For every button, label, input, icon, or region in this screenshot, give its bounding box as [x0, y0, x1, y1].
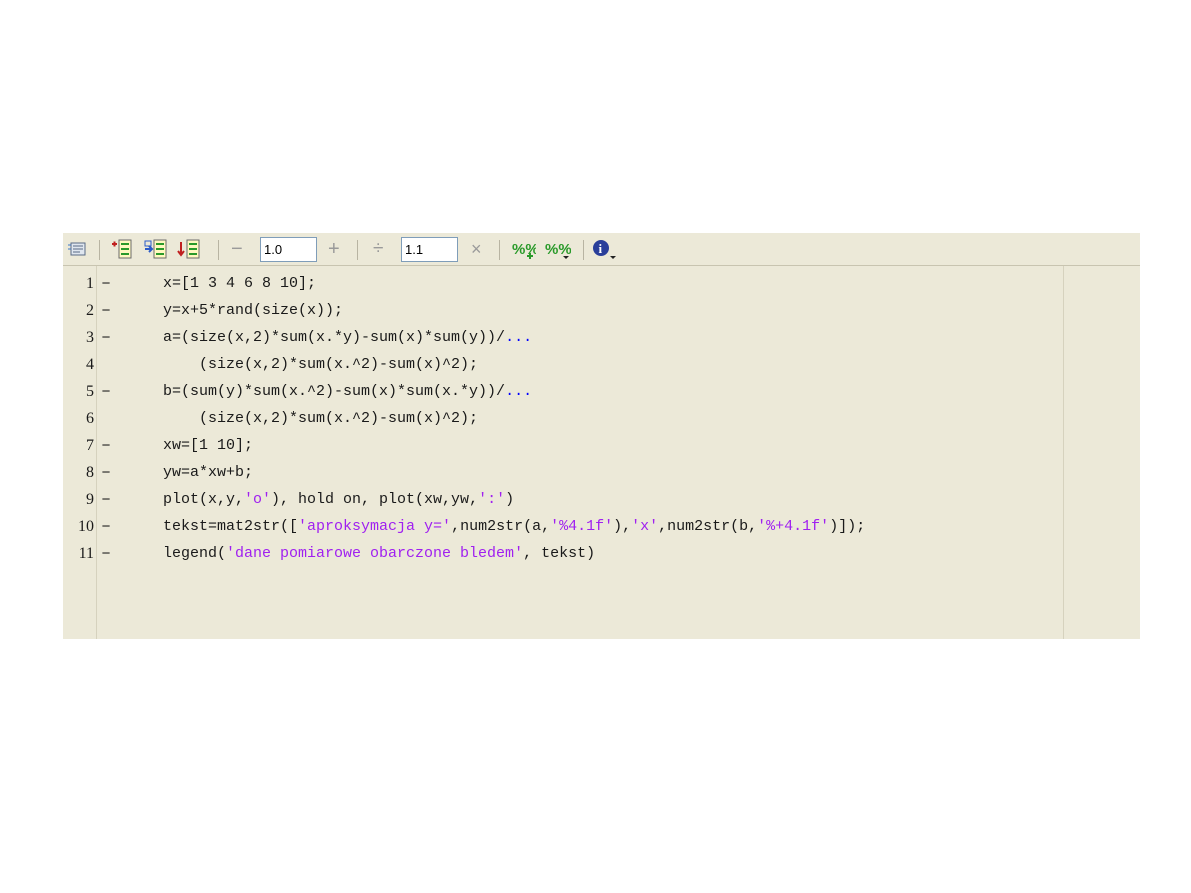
code-text: a=(size(x,2)*sum(x.*y)-sum(x)*sum(y))/..… [163, 324, 532, 351]
plus-icon[interactable]: + [328, 238, 340, 262]
line-number: 10 [78, 518, 94, 535]
increment-value-input[interactable] [260, 237, 317, 262]
line-number: 6 [86, 410, 94, 427]
breakpoint-marker[interactable]: − [99, 270, 113, 297]
line-number: 2 [86, 302, 94, 319]
code-token: ), hold on, plot(xw,yw, [271, 491, 479, 508]
code-token: ), [613, 518, 632, 535]
code-text: yw=a*xw+b; [163, 459, 253, 486]
line-number: 11 [78, 545, 94, 562]
line-number: 3 [86, 329, 94, 346]
code-text: b=(sum(y)*sum(x.^2)-sum(x)*sum(x.*y))/..… [163, 378, 532, 405]
toolbar-separator [583, 240, 584, 260]
minus-icon[interactable]: − [231, 238, 243, 262]
code-text: xw=[1 10]; [163, 432, 253, 459]
line-continuation: ... [505, 329, 533, 346]
code-token: ) [505, 491, 515, 508]
code-line[interactable]: 9− plot(x,y,'o'), hold on, plot(xw,yw,':'… [63, 486, 1140, 513]
string-literal: ':' [478, 491, 506, 508]
string-literal: '%+4.1f' [757, 518, 830, 535]
info-dropdown-icon[interactable]: i [591, 237, 619, 261]
toolbar-separator [357, 240, 358, 260]
code-text: (size(x,2)*sum(x.^2)-sum(x)^2); [163, 405, 478, 432]
code-text: x=[1 3 4 6 8 10]; [163, 270, 316, 297]
scale-value-input[interactable] [401, 237, 458, 262]
insert-cell-above-icon[interactable] [110, 237, 134, 261]
uncomment-icon[interactable]: %% [543, 237, 571, 261]
code-text: plot(x,y,'o'), hold on, plot(xw,yw,':') [163, 486, 514, 513]
line-continuation: ... [505, 383, 533, 400]
code-line[interactable]: 2− y=x+5*rand(size(x)); [63, 297, 1140, 324]
code-token: ,num2str(a, [451, 518, 551, 535]
comment-icon[interactable]: %% [510, 237, 536, 261]
breakpoint-marker[interactable]: − [99, 486, 113, 513]
code-token: )]); [829, 518, 866, 535]
line-number: 1 [86, 275, 94, 292]
breakpoint-marker[interactable]: − [99, 459, 113, 486]
code-line[interactable]: 1− x=[1 3 4 6 8 10]; [63, 270, 1140, 297]
toolbar-separator [499, 240, 500, 260]
editor-window: − + ÷ × %% %% i [63, 233, 1140, 639]
toolbar-separator [99, 240, 100, 260]
code-token: tekst=mat2str([ [163, 518, 299, 535]
code-token: b=(sum(y)*sum(x.^2)-sum(x)*sum(x.*y))/ [163, 383, 506, 400]
breakpoint-marker[interactable]: − [99, 540, 113, 567]
code-token: , tekst) [523, 545, 596, 562]
code-text: (size(x,2)*sum(x.^2)-sum(x)^2); [163, 351, 478, 378]
code-text: legend('dane pomiarowe obarczone bledem'… [163, 540, 595, 567]
string-literal: '%4.1f' [550, 518, 614, 535]
code-line[interactable]: 11− legend('dane pomiarowe obarczone bled… [63, 540, 1140, 567]
code-token: x=[1 3 4 6 8 10]; [163, 275, 317, 292]
svg-text:%%: %% [545, 241, 571, 258]
cell-mode-icon[interactable] [67, 237, 89, 261]
line-number: 7 [86, 437, 94, 454]
code-line[interactable]: 3− a=(size(x,2)*sum(x.*y)-sum(x)*sum(y))/… [63, 324, 1140, 351]
breakpoint-marker[interactable]: − [99, 432, 113, 459]
code-text: tekst=mat2str(['aproksymacja y=',num2str… [163, 513, 865, 540]
breakpoint-marker[interactable]: − [99, 513, 113, 540]
line-number: 8 [86, 464, 94, 481]
cell-toolbar: − + ÷ × %% %% i [63, 233, 1140, 266]
code-token: legend( [163, 545, 227, 562]
string-literal: 'x' [631, 518, 659, 535]
code-line[interactable]: 4 (size(x,2)*sum(x.^2)-sum(x)^2); [63, 351, 1140, 378]
line-number: 9 [86, 491, 94, 508]
breakpoint-marker[interactable]: − [99, 378, 113, 405]
code-token: (size(x,2)*sum(x.^2)-sum(x)^2); [163, 356, 479, 373]
code-line[interactable]: 5− b=(sum(y)*sum(x.^2)-sum(x)*sum(x.*y))/… [63, 378, 1140, 405]
divide-icon[interactable]: ÷ [373, 238, 383, 262]
code-token: xw=[1 10]; [163, 437, 254, 454]
line-number: 5 [86, 383, 94, 400]
insert-cell-below-icon[interactable] [143, 237, 169, 261]
code-token: ,num2str(b, [658, 518, 758, 535]
multiply-icon[interactable]: × [471, 238, 482, 262]
breakpoint-marker[interactable]: − [99, 324, 113, 351]
breakpoint-marker[interactable]: − [99, 297, 113, 324]
line-number: 4 [86, 356, 94, 373]
code-token: (size(x,2)*sum(x.^2)-sum(x)^2); [163, 410, 479, 427]
toolbar-separator [218, 240, 219, 260]
code-token: a=(size(x,2)*sum(x.*y)-sum(x)*sum(y))/ [163, 329, 506, 346]
move-cell-down-icon[interactable] [176, 237, 202, 261]
string-literal: 'aproksymacja y=' [298, 518, 452, 535]
code-line[interactable]: 10− tekst=mat2str(['aproksymacja y=',num2… [63, 513, 1140, 540]
code-line[interactable]: 8− yw=a*xw+b; [63, 459, 1140, 486]
code-token: yw=a*xw+b; [163, 464, 254, 481]
code-text: y=x+5*rand(size(x)); [163, 297, 343, 324]
string-literal: 'o' [244, 491, 272, 508]
svg-text:i: i [599, 241, 603, 256]
code-line[interactable]: 6 (size(x,2)*sum(x.^2)-sum(x)^2); [63, 405, 1140, 432]
string-literal: 'dane pomiarowe obarczone bledem' [226, 545, 524, 562]
code-token: y=x+5*rand(size(x)); [163, 302, 344, 319]
code-token: plot(x,y, [163, 491, 245, 508]
code-line[interactable]: 7− xw=[1 10]; [63, 432, 1140, 459]
